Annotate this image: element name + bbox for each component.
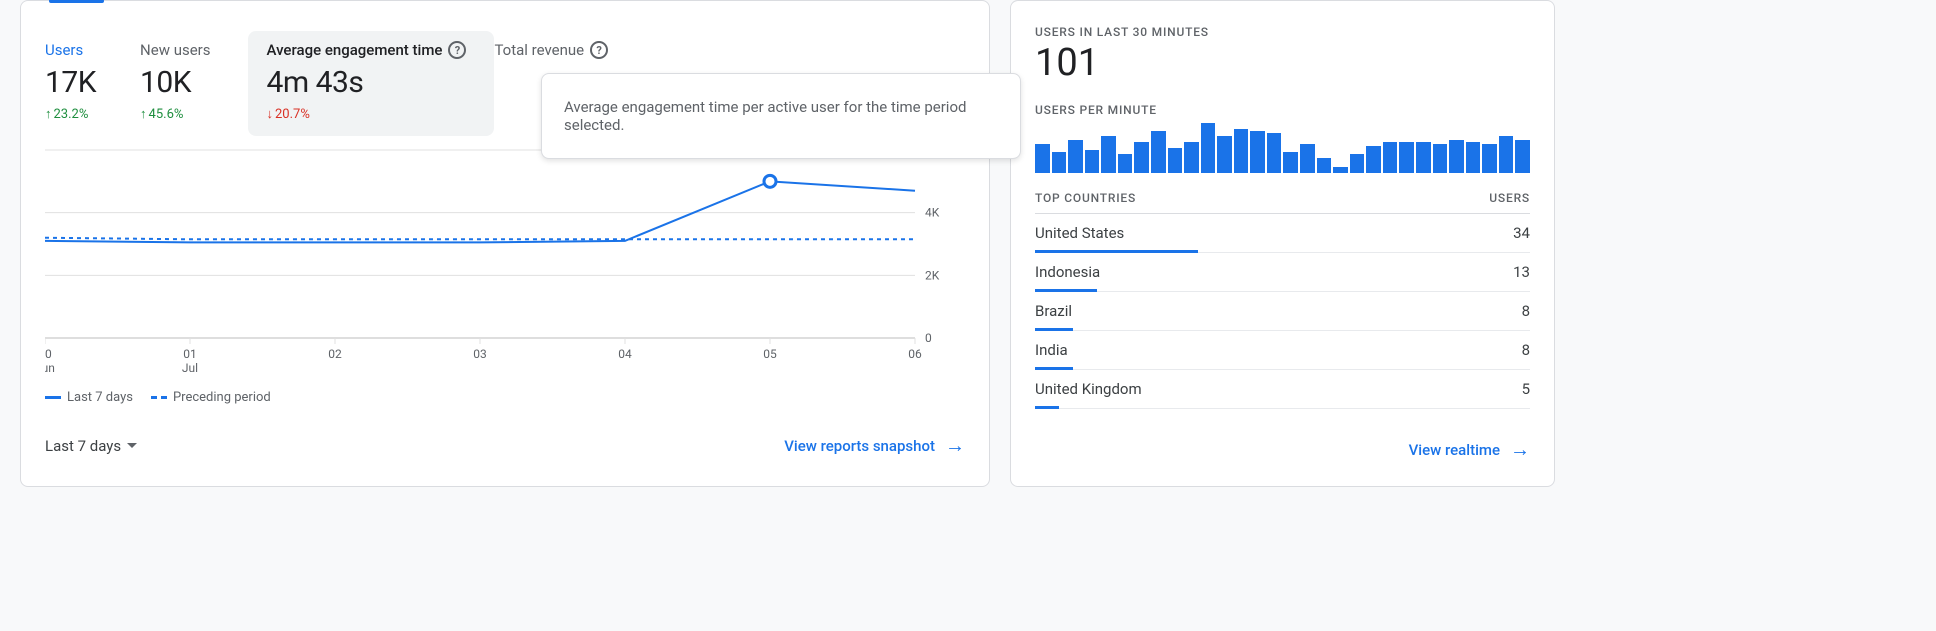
country-users: 8	[1522, 341, 1530, 369]
country-row[interactable]: United States 34	[1035, 214, 1530, 253]
metric-label: Total revenue ?	[494, 41, 608, 59]
metric-value: 10K	[140, 65, 210, 100]
date-range-selector[interactable]: Last 7 days	[45, 437, 137, 455]
country-name: United Kingdom	[1035, 380, 1142, 408]
mini-bar	[1101, 136, 1116, 174]
mini-bar	[1035, 144, 1050, 173]
mini-bar	[1350, 154, 1365, 173]
mini-bar	[1201, 123, 1216, 173]
svg-text:0: 0	[925, 331, 932, 345]
countries-table: United States34Indonesia13Brazil8India8U…	[1035, 214, 1530, 409]
mini-bar	[1399, 142, 1414, 173]
svg-text:2K: 2K	[925, 268, 940, 282]
help-icon[interactable]: ?	[448, 41, 466, 59]
metric-value: 4m 43s	[266, 65, 466, 100]
svg-text:4K: 4K	[925, 206, 940, 220]
realtime-heading: USERS IN LAST 30 MINUTES	[1035, 25, 1530, 39]
countries-table-head: TOP COUNTRIES USERS	[1035, 191, 1530, 214]
metric-value: 17K	[45, 65, 96, 100]
country-name: United States	[1035, 224, 1124, 252]
country-row[interactable]: Indonesia 13	[1035, 253, 1530, 292]
metric-new-users[interactable]: New users 10K 45.6%	[140, 31, 254, 136]
mini-bar	[1267, 133, 1282, 173]
mini-bar	[1118, 154, 1133, 173]
metric-change: 23.2%	[45, 106, 96, 122]
users-per-minute-chart[interactable]	[1035, 123, 1530, 173]
metric-label: Users	[45, 41, 96, 59]
svg-text:01: 01	[183, 347, 197, 361]
country-row[interactable]: Brazil 8	[1035, 292, 1530, 331]
chevron-down-icon	[127, 443, 137, 448]
metric-label: New users	[140, 41, 210, 59]
metric-engagement-time[interactable]: Average engagement time ? 4m 43s 20.7%	[248, 31, 494, 136]
overview-card: Users 17K 23.2% New users 10K 45.6% Aver…	[20, 0, 990, 487]
arrow-up-icon	[140, 106, 147, 122]
svg-text:04: 04	[618, 347, 632, 361]
mini-bar	[1366, 146, 1381, 173]
mini-bar	[1300, 144, 1315, 173]
mini-bar	[1466, 142, 1481, 173]
line-dash-icon	[151, 396, 167, 399]
view-realtime-link[interactable]: View realtime →	[1409, 437, 1530, 462]
mini-bar	[1482, 144, 1497, 173]
help-icon[interactable]: ?	[590, 41, 608, 59]
mini-bar	[1052, 152, 1067, 173]
line-chart[interactable]: 02K4K6K30Jun01Jul0203040506	[45, 142, 965, 382]
metric-change: 45.6%	[140, 106, 210, 122]
svg-text:03: 03	[473, 347, 487, 361]
tooltip: Average engagement time per active user …	[541, 73, 1021, 159]
country-name: Brazil	[1035, 302, 1072, 330]
country-row[interactable]: India 8	[1035, 331, 1530, 370]
realtime-users-value: 101	[1035, 41, 1530, 85]
mini-bar	[1416, 142, 1431, 173]
mini-bar	[1250, 131, 1265, 173]
country-name: Indonesia	[1035, 263, 1100, 291]
mini-bar	[1433, 144, 1448, 173]
arrow-down-icon	[266, 106, 273, 122]
metric-change: 20.7%	[266, 106, 466, 122]
country-users: 5	[1522, 380, 1530, 408]
country-row[interactable]: United Kingdom 5	[1035, 370, 1530, 409]
country-bar	[1035, 406, 1059, 409]
mini-bar	[1333, 167, 1348, 173]
mini-bar	[1134, 142, 1149, 173]
mini-bar	[1085, 150, 1100, 173]
country-users: 34	[1513, 224, 1530, 252]
arrow-right-icon: →	[1510, 437, 1530, 462]
mini-bar	[1184, 142, 1199, 173]
arrow-right-icon: →	[945, 433, 965, 458]
legend-item-previous: Preceding period	[151, 390, 271, 405]
mini-bar	[1499, 136, 1514, 174]
country-users: 8	[1522, 302, 1530, 330]
svg-text:05: 05	[763, 347, 777, 361]
metric-users[interactable]: Users 17K 23.2%	[45, 31, 140, 136]
svg-text:30: 30	[45, 347, 52, 361]
arrow-up-icon	[45, 106, 52, 122]
mini-bar	[1217, 136, 1232, 174]
view-reports-snapshot-link[interactable]: View reports snapshot →	[784, 433, 965, 458]
users-per-minute-label: USERS PER MINUTE	[1035, 103, 1530, 117]
mini-bar	[1151, 131, 1166, 173]
mini-bar	[1168, 148, 1183, 173]
mini-bar	[1383, 142, 1398, 173]
active-tab-indicator	[49, 0, 104, 3]
mini-bar	[1317, 158, 1332, 173]
mini-bar	[1234, 129, 1249, 173]
svg-text:06: 06	[908, 347, 922, 361]
country-name: India	[1035, 341, 1068, 369]
legend-item-current: Last 7 days	[45, 390, 133, 405]
mini-bar	[1515, 140, 1530, 173]
mini-bar	[1068, 140, 1083, 173]
chart-legend: Last 7 days Preceding period	[45, 390, 965, 405]
mini-bar	[1283, 152, 1298, 173]
line-solid-icon	[45, 396, 61, 399]
svg-text:Jul: Jul	[182, 361, 198, 375]
mini-bar	[1449, 140, 1464, 173]
svg-text:02: 02	[328, 347, 342, 361]
metric-label: Average engagement time ?	[266, 41, 466, 59]
realtime-card: USERS IN LAST 30 MINUTES 101 USERS PER M…	[1010, 0, 1555, 487]
svg-text:Jun: Jun	[45, 361, 55, 375]
country-users: 13	[1513, 263, 1530, 291]
